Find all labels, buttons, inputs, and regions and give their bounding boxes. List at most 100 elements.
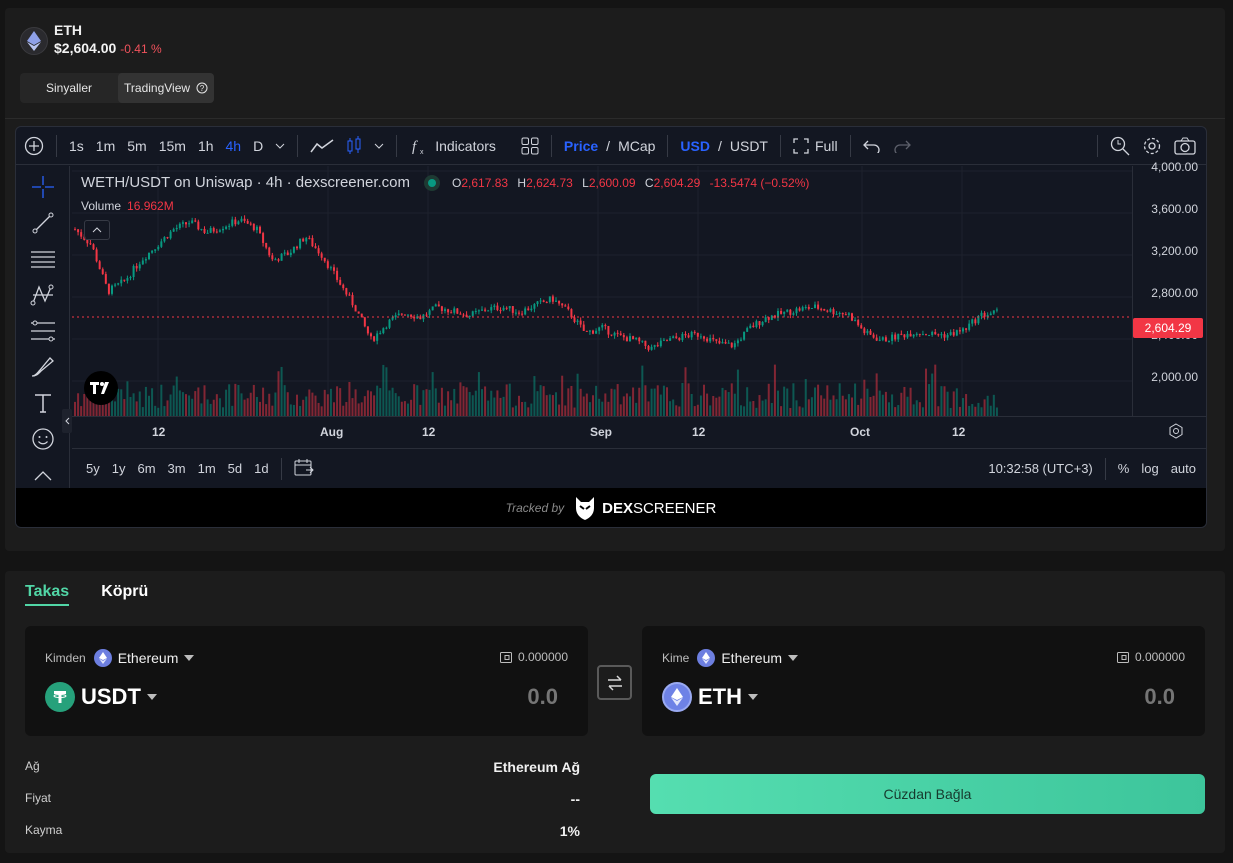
candle: [231, 219, 234, 226]
volume-bar: [511, 407, 514, 416]
tab-tradingview[interactable]: TradingView ?: [118, 73, 215, 103]
volume-bar: [200, 403, 203, 416]
crosshair-icon[interactable]: [29, 174, 57, 200]
info-value: Ethereum Ağ: [493, 759, 580, 775]
to-network-select[interactable]: Ethereum: [697, 649, 799, 667]
time-axis[interactable]: 12 Aug 12 Sep 12 Oct 12: [72, 416, 1206, 448]
add-symbol-icon[interactable]: [16, 136, 50, 156]
volume-bar: [561, 375, 564, 416]
interval-4h[interactable]: 4h: [220, 138, 248, 154]
candle: [715, 339, 718, 341]
calendar-icon[interactable]: [288, 458, 320, 479]
tab-signals[interactable]: Sinyaller: [20, 73, 118, 103]
volume-bar: [157, 407, 160, 416]
candles-icon[interactable]: [340, 135, 368, 156]
trend-line-icon[interactable]: [29, 210, 57, 236]
fib-icon[interactable]: [29, 318, 57, 344]
interval-1m[interactable]: 1m: [90, 138, 121, 154]
candle: [622, 334, 625, 338]
candle: [598, 327, 601, 331]
range-6m[interactable]: 6m: [131, 461, 161, 476]
candle: [607, 326, 610, 335]
layout-grid-icon[interactable]: [515, 137, 545, 155]
volume-bar: [650, 388, 653, 416]
line-chart-icon[interactable]: [304, 138, 340, 154]
candlestick-plot[interactable]: [72, 166, 1132, 416]
auto-toggle[interactable]: auto: [1165, 461, 1206, 476]
range-1y[interactable]: 1y: [106, 461, 132, 476]
candle: [499, 310, 502, 312]
indicators-button[interactable]: fx Indicators: [403, 136, 502, 156]
candle: [379, 333, 382, 335]
tab-bridge[interactable]: Köprü: [101, 583, 148, 606]
clock-time[interactable]: 10:32:58 (UTC+3): [982, 461, 1098, 476]
volume-bar: [277, 371, 280, 416]
undo-icon[interactable]: [857, 139, 887, 153]
swap-direction-button[interactable]: [597, 665, 632, 700]
volume-bar: [696, 404, 699, 416]
from-network-select[interactable]: Ethereum: [93, 649, 195, 667]
caret-down-icon: [146, 694, 157, 700]
to-asset-name: ETH: [698, 684, 742, 709]
from-amount-input[interactable]: [358, 684, 558, 710]
candle: [897, 333, 900, 340]
range-3m[interactable]: 3m: [162, 461, 192, 476]
dexscreener-logo[interactable]: DEX SCREENER: [574, 496, 716, 520]
volume-bar: [635, 402, 638, 416]
chevron-down-icon[interactable]: [269, 143, 291, 149]
tradingview-logo-icon[interactable]: [84, 371, 118, 405]
range-5d[interactable]: 5d: [222, 461, 248, 476]
svg-text:x: x: [420, 149, 424, 156]
range-5y[interactable]: 5y: [80, 461, 106, 476]
interval-1s[interactable]: 1s: [63, 138, 90, 154]
text-tool-icon[interactable]: [29, 390, 57, 416]
candle: [218, 230, 221, 232]
chevron-down-icon[interactable]: [368, 143, 390, 149]
candle: [98, 261, 101, 270]
candle: [616, 332, 619, 334]
interval-5m[interactable]: 5m: [121, 138, 152, 154]
emoji-icon[interactable]: [29, 426, 57, 452]
camera-icon[interactable]: [1168, 137, 1206, 155]
fullscreen-icon: [793, 137, 809, 154]
mcap-toggle[interactable]: MCap: [612, 138, 661, 154]
quick-search-icon[interactable]: [1104, 136, 1136, 156]
interval-1h[interactable]: 1h: [192, 138, 220, 154]
candle: [764, 317, 767, 322]
interval-d[interactable]: D: [247, 138, 269, 154]
tab-swap[interactable]: Takas: [25, 583, 70, 606]
volume-bar: [74, 401, 76, 416]
log-toggle[interactable]: log: [1135, 461, 1164, 476]
range-1m[interactable]: 1m: [192, 461, 222, 476]
from-asset-select[interactable]: USDT: [45, 682, 157, 712]
interval-15m[interactable]: 15m: [153, 138, 192, 154]
volume-bar: [222, 407, 224, 416]
range-1d[interactable]: 1d: [248, 461, 274, 476]
to-asset-select[interactable]: ETH: [662, 682, 758, 712]
percent-toggle[interactable]: %: [1112, 461, 1136, 476]
settings-gear-icon[interactable]: [1136, 136, 1168, 156]
fullscreen-button[interactable]: Full: [787, 138, 844, 154]
ruler-icon[interactable]: [29, 462, 57, 488]
usd-toggle[interactable]: USD: [674, 138, 716, 154]
price-axis[interactable]: 4,000.00 3,600.00 3,200.00 2,800.00 2,40…: [1132, 160, 1206, 416]
token-header: ETH $2,604.00 -0.41 %: [20, 22, 162, 59]
to-amount-input[interactable]: [975, 684, 1175, 710]
volume-bar: [527, 407, 530, 416]
usdt-toggle[interactable]: USDT: [724, 138, 774, 154]
axis-settings-icon[interactable]: [1168, 423, 1184, 442]
connect-wallet-button[interactable]: Cüzdan Bağla: [650, 774, 1205, 814]
candle: [391, 317, 394, 320]
volume-bar: [814, 387, 816, 416]
volume-bar: [551, 395, 554, 416]
pattern-icon[interactable]: [29, 282, 57, 308]
price-toggle[interactable]: Price: [558, 138, 604, 154]
redo-icon[interactable]: [887, 139, 917, 153]
candle: [252, 223, 255, 231]
brush-icon[interactable]: [29, 354, 57, 380]
candle: [308, 238, 311, 240]
volume-bar: [921, 407, 924, 416]
collapse-legend-button[interactable]: [84, 220, 110, 240]
chevron-left-icon[interactable]: [62, 409, 72, 433]
horizontal-lines-icon[interactable]: [29, 246, 57, 272]
